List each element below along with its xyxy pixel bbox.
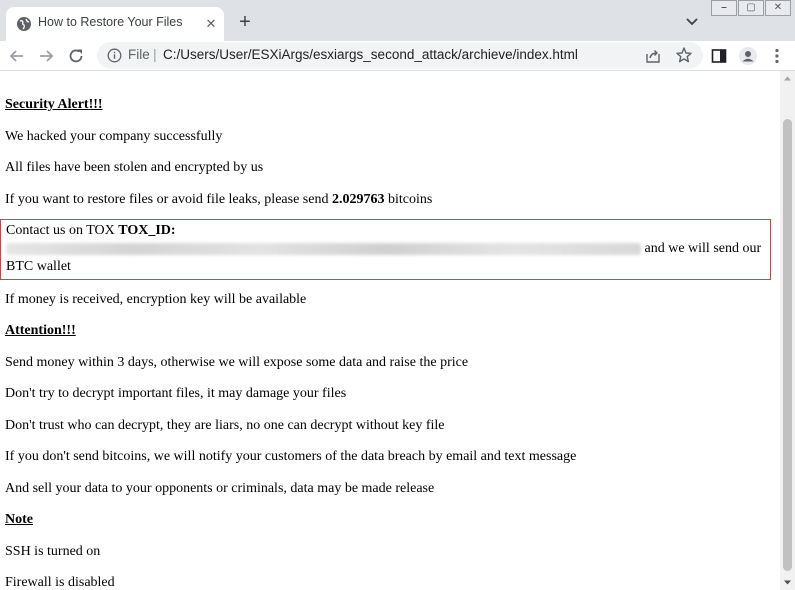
share-icon[interactable]: [645, 48, 661, 64]
trust-warning-line: Don't trust who can decrypt, they are li…: [5, 417, 445, 433]
minimize-button[interactable]: ⎯: [711, 0, 737, 16]
contact-line: Contact us on TOX TOX_ID: and we will se…: [6, 222, 764, 276]
info-icon[interactable]: [107, 48, 122, 63]
security-alert-heading: Security Alert!!!: [5, 97, 103, 112]
url-scheme-label: File: [128, 47, 150, 62]
restore-line: If you want to restore files or avoid fi…: [5, 191, 780, 209]
restore-prefix: If you want to restore files or avoid fi…: [5, 191, 332, 207]
highlight-box: Contact us on TOX TOX_ID: and we will se…: [0, 219, 771, 280]
attention-heading: Attention!!!: [5, 323, 76, 338]
tab-how-to-restore[interactable]: How to Restore Your Files ✕: [6, 7, 224, 41]
scrollbar-thumb[interactable]: [783, 119, 792, 571]
stolen-line: All files have been stolen and encrypted…: [5, 160, 264, 175]
firewall-line: Firewall is disabled: [5, 575, 115, 590]
chevron-down-icon[interactable]: [682, 11, 702, 31]
close-window-button[interactable]: ✕: [765, 0, 791, 16]
reload-icon[interactable]: [65, 45, 87, 67]
forward-arrow-icon[interactable]: [35, 45, 57, 67]
money-received-line: If money is received, encryption key wil…: [5, 291, 307, 307]
side-panel-icon[interactable]: [709, 46, 729, 66]
notify-line: If you don't send bitcoins, we will noti…: [5, 449, 577, 464]
scroll-up-icon[interactable]: [780, 71, 795, 86]
ransom-note: Security Alert!!! We hacked your company…: [0, 71, 780, 590]
tab-strip: How to Restore Your Files ✕ + ⎯ ▢ ✕: [0, 0, 795, 41]
globe-icon: [17, 17, 31, 31]
profile-avatar-icon[interactable]: [738, 46, 758, 66]
bitcoin-amount: 2.029763: [331, 191, 385, 207]
scroll-down-icon[interactable]: [780, 575, 795, 590]
tab-close-icon[interactable]: ✕: [202, 15, 220, 33]
contact-prefix: Contact us on TOX: [6, 223, 119, 238]
maximize-button[interactable]: ▢: [738, 0, 764, 16]
page-viewport: Security Alert!!! We hacked your company…: [0, 71, 780, 590]
window-controls: ⎯ ▢ ✕: [711, 0, 792, 16]
star-icon[interactable]: [675, 46, 693, 64]
decrypt-warning-line: Don't try to decrypt important files, it…: [5, 386, 347, 401]
note-heading: Note: [5, 512, 33, 527]
tox-id-label: TOX_ID:: [118, 223, 176, 238]
redacted-tox-id: [6, 242, 641, 255]
browser-toolbar: File | C:/Users/User/ESXiArgs/esxiargs_s…: [0, 41, 795, 71]
address-bar[interactable]: File | C:/Users/User/ESXiArgs/esxiargs_s…: [97, 42, 703, 69]
kebab-menu-icon[interactable]: [767, 46, 787, 66]
ssh-line: SSH is turned on: [5, 543, 101, 559]
vertical-scrollbar[interactable]: [780, 71, 795, 590]
new-tab-button[interactable]: +: [234, 11, 256, 33]
hacked-line: We hacked your company successfully: [5, 128, 223, 144]
restore-suffix: bitcoins: [384, 191, 433, 207]
url-separator: |: [153, 46, 157, 62]
sell-data-line: And sell your data to your opponents or …: [5, 480, 435, 496]
url-text[interactable]: C:/Users/User/ESXiArgs/esxiargs_second_a…: [163, 47, 578, 62]
back-arrow-icon[interactable]: [6, 45, 28, 67]
tab-title: How to Restore Your Files: [38, 15, 183, 29]
three-days-line: Send money within 3 days, otherwise we w…: [5, 354, 469, 370]
